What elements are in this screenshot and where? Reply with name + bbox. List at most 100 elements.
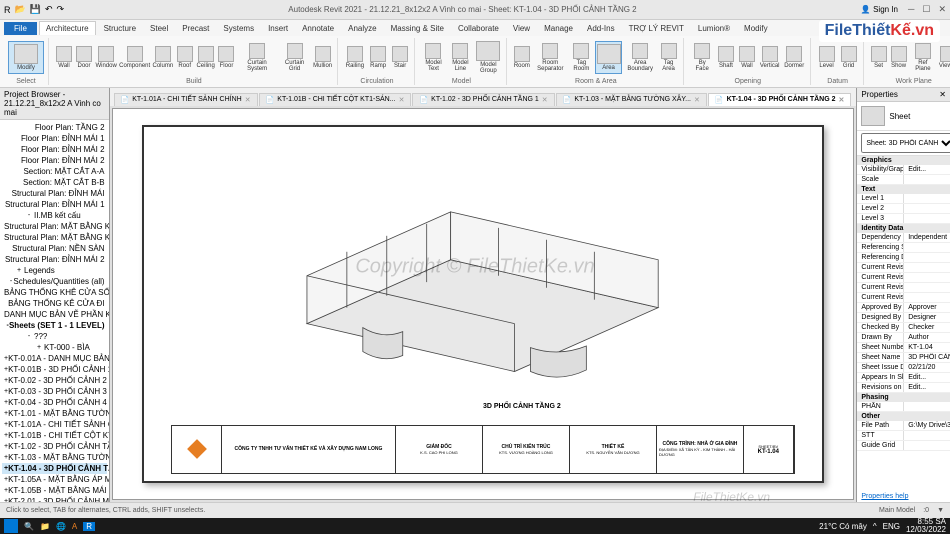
tab-close-icon[interactable]: ✕: [839, 96, 845, 104]
prop-row[interactable]: Checked ByChecker: [857, 323, 950, 333]
ribbon-column[interactable]: Column: [152, 44, 174, 71]
tree-item[interactable]: +KT-1.01 - MẶT BẰNG TƯỜNG XÂY TẦNG 1: [2, 408, 107, 419]
close-btn[interactable]: ✕: [938, 4, 946, 15]
properties-help-link[interactable]: Properties help: [857, 491, 950, 502]
ribbon-wall[interactable]: Wall: [737, 44, 756, 71]
tree-item[interactable]: +KT-1.01A - CHI TIẾT SẢNH CHÍNH: [2, 419, 107, 430]
ribbon-modify[interactable]: Modify: [8, 41, 44, 74]
prop-row[interactable]: Visibility/Graphi...Edit...: [857, 165, 950, 175]
prop-row[interactable]: Sheet Issue Date02/21/20: [857, 363, 950, 373]
tray-icon[interactable]: ^: [873, 522, 877, 531]
quick-access[interactable]: R 📂 💾 ↶ ↷: [4, 4, 64, 15]
tree-item[interactable]: -???: [2, 331, 107, 342]
tab-close-icon[interactable]: ✕: [694, 96, 700, 104]
ribbon-wall[interactable]: Wall: [55, 44, 73, 71]
tree-item[interactable]: +KT-0.03 - 3D PHỐI CẢNH 3: [2, 386, 107, 397]
task-icon[interactable]: 🌐: [56, 522, 66, 531]
prop-row[interactable]: Guide Grid: [857, 441, 950, 451]
view-tab[interactable]: 📄KT-1.01B - CHI TIẾT CỘT KT1-SÁN...✕: [259, 93, 412, 106]
prop-row[interactable]: DependencyIndependent: [857, 233, 950, 243]
tree-item[interactable]: +Legends: [2, 265, 107, 276]
minimize-btn[interactable]: ─: [908, 4, 914, 15]
tree-item[interactable]: +KT-0.01B - 3D PHỐI CẢNH 1: [2, 364, 107, 375]
menu-tab-view[interactable]: View: [507, 22, 536, 35]
tree-item[interactable]: BẢNG THỐNG KHÊ CỬA SỔ: [2, 287, 107, 298]
search-icon[interactable]: 🔍: [24, 522, 34, 531]
tree-item[interactable]: Structural Plan: ĐỈNH MÁI 1: [2, 199, 107, 210]
ribbon-room[interactable]: Room: [513, 44, 531, 71]
project-tree[interactable]: Floor Plan: TẦNG 2Floor Plan: ĐỈNH MÁI 1…: [0, 120, 109, 502]
tree-item[interactable]: Floor Plan: TẦNG 2: [2, 122, 107, 133]
prop-row[interactable]: Level 2: [857, 204, 950, 214]
menu-tab-precast[interactable]: Precast: [176, 22, 215, 35]
tree-item[interactable]: Structural Plan: ĐỈNH MÁI 2: [2, 254, 107, 265]
tree-item[interactable]: BẢNG THỐNG KÊ CỬA ĐI: [2, 298, 107, 309]
ribbon-area[interactable]: Area: [595, 41, 622, 74]
prop-row[interactable]: Sheet Name3D PHỐI CẢNH ...: [857, 353, 950, 363]
tree-item[interactable]: Structural Plan: MẶT BẰNG KẾT CẤU TẦNG 1: [2, 221, 107, 232]
tree-item[interactable]: +KT-0.01A - DANH MỤC BẢN VẼ KIẾN TRÚC: [2, 353, 107, 364]
file-tab[interactable]: File: [4, 22, 37, 35]
prop-row[interactable]: Level 1: [857, 194, 950, 204]
tree-item[interactable]: +KT-1.05B - MẶT BẰNG MÁI: [2, 485, 107, 496]
tree-item[interactable]: Structural Plan: NỀN SÀN: [2, 243, 107, 254]
tree-item[interactable]: -Sheets (SET 1 - 1 LEVEL): [2, 320, 107, 331]
prop-row[interactable]: Sheet NumberKT-1.04: [857, 343, 950, 353]
ribbon-area-boundary[interactable]: Area Boundary: [624, 41, 656, 74]
prop-row[interactable]: Approved ByApprover: [857, 303, 950, 313]
prop-row[interactable]: PHẦN: [857, 402, 950, 412]
weather[interactable]: 21°C Có mây: [819, 522, 867, 531]
project-browser[interactable]: Project Browser - 21.12.21_8x12x2 A Vinh…: [0, 88, 110, 502]
ribbon-model-line[interactable]: Model Line: [448, 41, 473, 74]
ribbon-room-separator[interactable]: Room Separator: [533, 41, 568, 74]
panel-close-icon[interactable]: ✕: [939, 90, 946, 99]
ribbon-ceiling[interactable]: Ceiling: [196, 44, 216, 71]
ribbon-viewer[interactable]: Viewer: [938, 44, 950, 71]
prop-row[interactable]: STT: [857, 431, 950, 441]
prop-row[interactable]: Referencing Sh...: [857, 243, 950, 253]
ribbon-tag-room[interactable]: Tag Room: [570, 41, 593, 74]
ribbon-floor[interactable]: Floor: [217, 44, 235, 71]
menu-tab-addins[interactable]: Add-Ins: [581, 22, 621, 35]
open-icon[interactable]: 📂: [15, 4, 26, 15]
ribbon-roof[interactable]: Roof: [176, 44, 194, 71]
tree-item[interactable]: -II.MB kết cấu: [2, 210, 107, 221]
signin-link[interactable]: 👤 Sign In: [861, 5, 898, 14]
menu-tab-insert[interactable]: Insert: [262, 22, 294, 35]
properties-panel[interactable]: Properties✕ Sheet Sheet: 3D PHỐI CẢNH Ed…: [856, 88, 950, 502]
prop-row[interactable]: Drawn ByAuthor: [857, 333, 950, 343]
save-icon[interactable]: 💾: [30, 4, 41, 15]
tree-item[interactable]: +KT-1.04 - 3D PHỐI CẢNH TẦNG 2: [2, 463, 107, 474]
maximize-btn[interactable]: ☐: [922, 4, 930, 15]
prop-row[interactable]: Scale: [857, 175, 950, 185]
tree-item[interactable]: Section: MẶT CẮT B-B: [2, 177, 107, 188]
tree-item[interactable]: +KT-1.02 - 3D PHỐI CẢNH TẦNG 1: [2, 441, 107, 452]
tree-item[interactable]: -Schedules/Quantities (all): [2, 276, 107, 287]
prop-row[interactable]: Designed ByDesigner: [857, 313, 950, 323]
tab-close-icon[interactable]: ✕: [245, 96, 251, 104]
menu-tab-trlrevit[interactable]: TRỢ LÝ REVIT: [623, 22, 690, 35]
prop-row[interactable]: Level 3: [857, 214, 950, 224]
tree-item[interactable]: +KT-1.01B - CHI TIẾT CỘT KT1-SẢNH CHÍNH: [2, 430, 107, 441]
menu-tab-lumion[interactable]: Lumion®: [692, 22, 736, 35]
ribbon-set[interactable]: Set: [870, 44, 888, 71]
prop-row[interactable]: Current Revisio...: [857, 273, 950, 283]
ribbon-ramp[interactable]: Ramp: [368, 44, 388, 71]
type-selector[interactable]: Sheet: 3D PHỐI CẢNH: [861, 133, 950, 153]
windows-taskbar[interactable]: 🔍 📁 🌐 A R 21°C Có mây ^ ENG 8:55 SA12/03…: [0, 518, 950, 534]
prop-row[interactable]: Referencing De...: [857, 253, 950, 263]
view-tab[interactable]: 📄KT-1.01A - CHI TIẾT SẢNH CHÍNH✕: [114, 93, 258, 106]
ribbon-curtain-grid[interactable]: Curtain Grid: [279, 41, 311, 74]
drawing-canvas[interactable]: 3D PHỐI CẢNH TẦNG 2 CÔNG TY TNHH TƯ VẤN …: [112, 108, 855, 500]
tree-item[interactable]: Floor Plan: ĐỈNH MÁI 1: [2, 133, 107, 144]
menu-tab-massingsite[interactable]: Massing & Site: [385, 22, 450, 35]
ribbon-component[interactable]: Component: [119, 44, 150, 71]
menu-tab-systems[interactable]: Systems: [217, 22, 260, 35]
ribbon-curtain-system[interactable]: Curtain System: [237, 41, 276, 74]
prop-row[interactable]: Current Revisio...: [857, 283, 950, 293]
tree-item[interactable]: +KT-1.03 - MẶT BẰNG TƯỜNG XÂY TẦNG 2: [2, 452, 107, 463]
redo-icon[interactable]: ↷: [56, 4, 64, 15]
ribbon-model-text[interactable]: Model Text: [421, 41, 446, 74]
menu-tab-analyze[interactable]: Analyze: [342, 22, 382, 35]
ribbon-mullion[interactable]: Mullion: [312, 44, 332, 71]
